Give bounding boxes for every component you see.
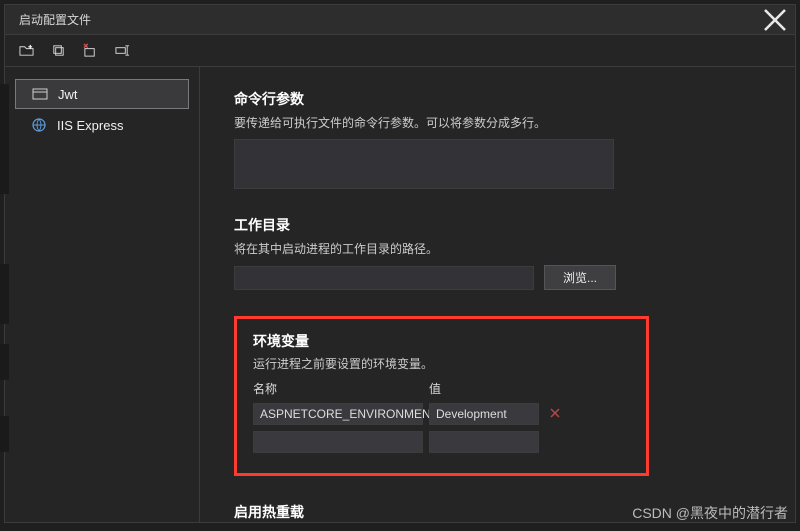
env-desc: 运行进程之前要设置的环境变量。 xyxy=(253,355,630,372)
args-title: 命令行参数 xyxy=(234,89,761,109)
main-panel: 命令行参数 要传递给可执行文件的命令行参数。可以将参数分成多行。 工作目录 将在… xyxy=(200,67,795,522)
delete-icon xyxy=(83,43,98,58)
sidebar-item-label: IIS Express xyxy=(57,118,123,133)
section-args: 命令行参数 要传递给可执行文件的命令行参数。可以将参数分成多行。 xyxy=(234,89,761,189)
toolbar xyxy=(5,35,795,67)
env-value-input[interactable]: Development xyxy=(429,403,539,425)
dialog-window: 启动配置文件 Jwt xyxy=(4,4,796,523)
args-input[interactable] xyxy=(234,139,614,189)
duplicate-profile-button[interactable] xyxy=(49,42,67,60)
new-folder-icon xyxy=(19,43,34,58)
env-name-input-empty[interactable] xyxy=(253,431,423,453)
rename-profile-button[interactable] xyxy=(113,42,131,60)
content-area: Jwt IIS Express 命令行参数 要传递给可执行文件的命令行参数。可以… xyxy=(5,67,795,522)
section-workdir: 工作目录 将在其中启动进程的工作目录的路径。 浏览... xyxy=(234,215,761,290)
workdir-input[interactable] xyxy=(234,266,534,290)
new-profile-button[interactable] xyxy=(17,42,35,60)
edge-decoration xyxy=(0,344,9,380)
rename-icon xyxy=(115,43,130,58)
profiles-sidebar: Jwt IIS Express xyxy=(5,67,200,522)
env-col-name: 名称 xyxy=(253,380,423,397)
env-title: 环境变量 xyxy=(253,331,630,351)
close-button[interactable] xyxy=(763,8,787,32)
titlebar: 启动配置文件 xyxy=(5,5,795,35)
env-header: 名称 值 xyxy=(253,380,630,397)
close-icon xyxy=(763,8,787,32)
env-name-input[interactable]: ASPNETCORE_ENVIRONMENT xyxy=(253,403,423,425)
x-icon xyxy=(549,407,561,419)
edge-decoration xyxy=(0,84,9,194)
delete-profile-button[interactable] xyxy=(81,42,99,60)
env-table: 名称 值 ASPNETCORE_ENVIRONMENT Development xyxy=(253,380,630,453)
iis-icon xyxy=(31,117,47,133)
args-desc: 要传递给可执行文件的命令行参数。可以将参数分成多行。 xyxy=(234,114,761,131)
browse-button[interactable]: 浏览... xyxy=(544,265,616,290)
env-value-input-empty[interactable] xyxy=(429,431,539,453)
edge-decoration xyxy=(0,264,9,324)
sidebar-item-iisexpress[interactable]: IIS Express xyxy=(15,111,189,139)
copy-icon xyxy=(51,43,66,58)
env-row: ASPNETCORE_ENVIRONMENT Development xyxy=(253,403,630,425)
window-title: 启动配置文件 xyxy=(19,11,91,28)
edge-decoration xyxy=(0,416,9,452)
section-env: 环境变量 运行进程之前要设置的环境变量。 名称 值 ASPNETCORE_ENV… xyxy=(234,316,649,476)
workdir-desc: 将在其中启动进程的工作目录的路径。 xyxy=(234,240,761,257)
sidebar-item-jwt[interactable]: Jwt xyxy=(15,79,189,109)
workdir-title: 工作目录 xyxy=(234,215,761,235)
section-hotreload: 启用热重载 ✓ 将代码更改应用于运行中的应用程序。 xyxy=(234,502,761,522)
env-col-value: 值 xyxy=(429,380,539,397)
env-row-empty xyxy=(253,431,630,453)
sidebar-item-label: Jwt xyxy=(58,87,78,102)
app-profile-icon xyxy=(32,86,48,102)
hot-title: 启用热重载 xyxy=(234,502,761,522)
env-delete-button[interactable] xyxy=(545,406,561,422)
